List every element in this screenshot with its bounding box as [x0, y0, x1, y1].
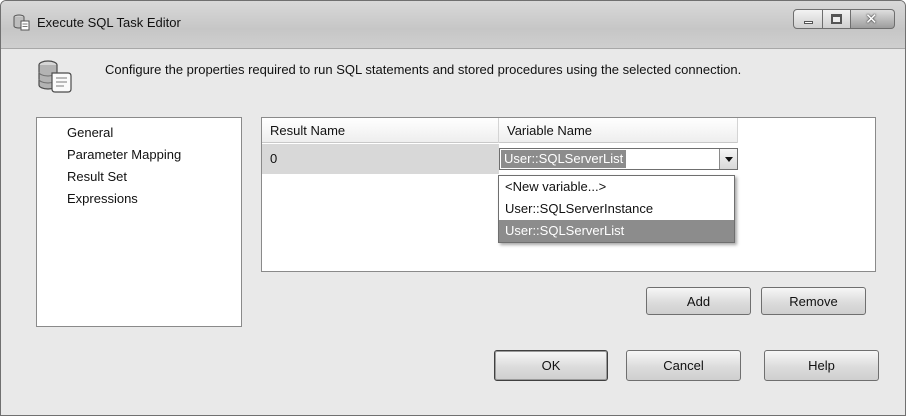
- dropdown-button[interactable]: [719, 149, 737, 169]
- maximize-button[interactable]: [823, 9, 851, 29]
- window-title: Execute SQL Task Editor: [37, 15, 181, 30]
- dropdown-option-new-variable[interactable]: <New variable...>: [499, 176, 734, 198]
- close-button[interactable]: ✕: [851, 9, 895, 29]
- grid-header: Result Name Variable Name: [262, 118, 738, 143]
- remove-button[interactable]: Remove: [761, 287, 866, 315]
- table-row[interactable]: 0 User::SQLServerList: [262, 144, 738, 174]
- dropdown-option-sqlserverlist[interactable]: User::SQLServerList: [499, 220, 734, 242]
- column-header-result-name[interactable]: Result Name: [262, 118, 499, 143]
- minimize-icon: [804, 21, 813, 24]
- maximize-icon: [831, 14, 842, 24]
- header-area: Configure the properties required to run…: [1, 49, 905, 105]
- window-controls: ✕: [793, 9, 895, 31]
- variable-name-combobox[interactable]: User::SQLServerList: [499, 148, 738, 170]
- ok-button[interactable]: OK: [494, 350, 608, 381]
- column-header-variable-name[interactable]: Variable Name: [499, 118, 738, 143]
- nav-item-result-set[interactable]: Result Set: [37, 166, 241, 188]
- page-nav-list: General Parameter Mapping Result Set Exp…: [36, 117, 242, 327]
- add-button[interactable]: Add: [646, 287, 751, 315]
- nav-item-general[interactable]: General: [37, 122, 241, 144]
- help-button[interactable]: Help: [764, 350, 879, 381]
- chevron-down-icon: [725, 157, 733, 162]
- minimize-button[interactable]: [793, 9, 823, 29]
- sql-task-icon: [13, 14, 30, 31]
- nav-item-expressions[interactable]: Expressions: [37, 188, 241, 210]
- header-description: Configure the properties required to run…: [105, 62, 742, 77]
- nav-item-parameter-mapping[interactable]: Parameter Mapping: [37, 144, 241, 166]
- title-bar[interactable]: Execute SQL Task Editor ✕: [1, 1, 905, 49]
- variable-name-value: User::SQLServerList: [501, 150, 627, 168]
- database-script-icon: [38, 60, 72, 93]
- variable-dropdown-list: <New variable...> User::SQLServerInstanc…: [498, 175, 735, 243]
- result-name-cell[interactable]: 0: [262, 144, 499, 174]
- close-icon: ✕: [865, 11, 878, 28]
- cancel-button[interactable]: Cancel: [626, 350, 741, 381]
- dialog-window: Execute SQL Task Editor ✕ Configure the …: [0, 0, 906, 416]
- dropdown-option-sqlserverinstance[interactable]: User::SQLServerInstance: [499, 198, 734, 220]
